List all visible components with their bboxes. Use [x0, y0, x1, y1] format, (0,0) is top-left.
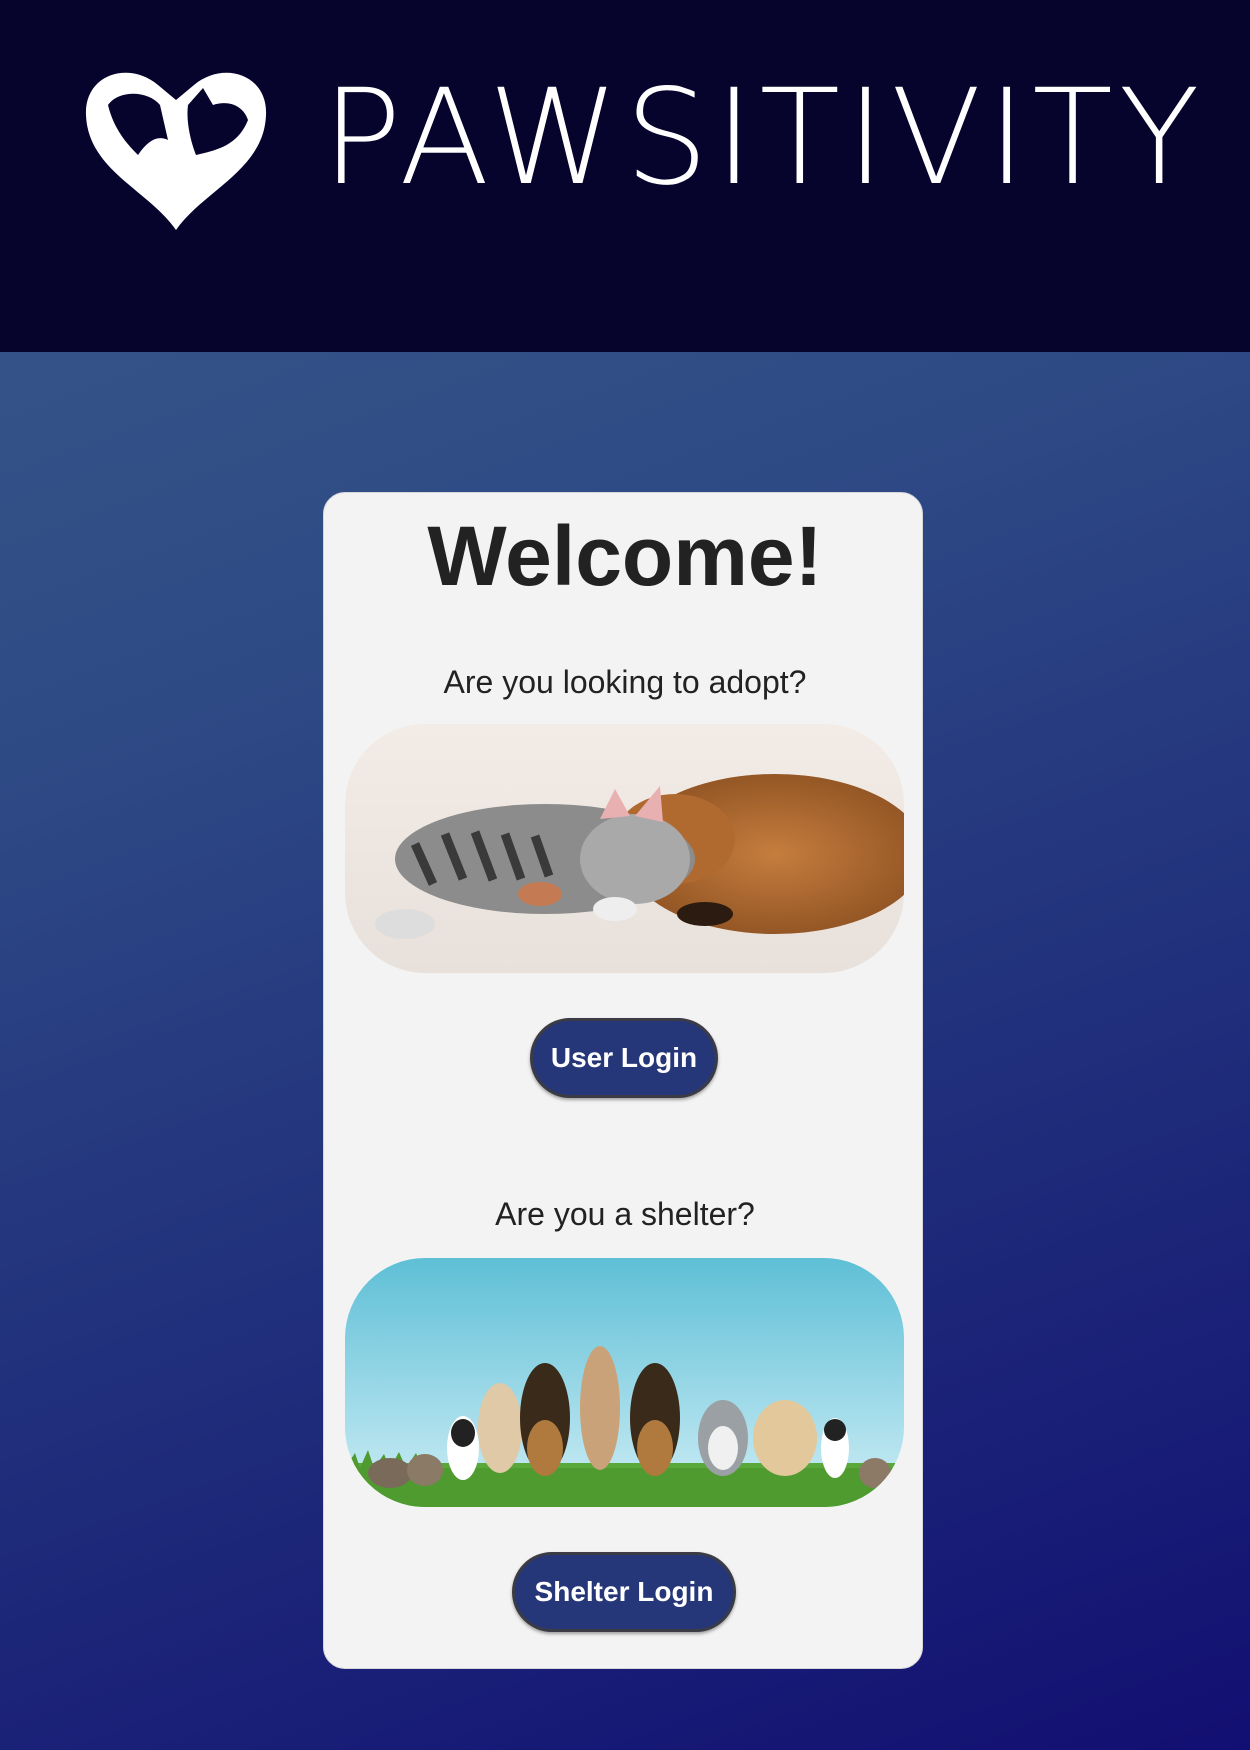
shelter-prompt: Are you a shelter? — [495, 1196, 755, 1232]
group-of-dogs-and-cats-on-grass-photo — [345, 1258, 904, 1507]
shelter-login-button[interactable]: Shelter Login — [512, 1552, 736, 1632]
sleeping-kitten-and-puppy-photo — [345, 724, 904, 973]
brand-name: PAWSITIVITY — [322, 61, 1206, 215]
cat-dog-heart-logo-icon — [85, 72, 267, 231]
header-bar: PAWSITIVITY — [0, 0, 1250, 352]
adopt-prompt: Are you looking to adopt? — [443, 664, 807, 700]
welcome-title: Welcome! — [427, 509, 823, 603]
user-login-button[interactable]: User Login — [530, 1018, 718, 1098]
